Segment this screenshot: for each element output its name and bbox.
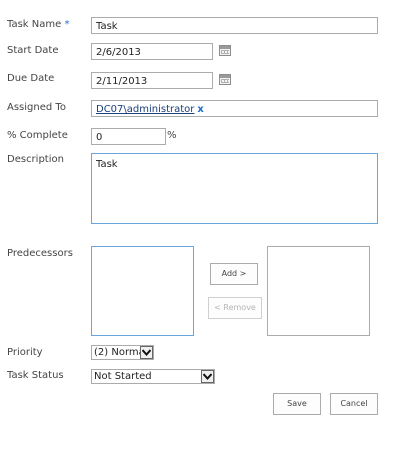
remove-predecessor-button[interactable]: < Remove [208,297,262,319]
due-date-label: Due Date [7,73,55,84]
required-marker: * [64,19,70,30]
priority-label: Priority [7,347,43,358]
task-status-label: Task Status [7,370,64,381]
priority-chevron-down-icon [140,346,153,359]
task-status-select[interactable]: Not Started [91,369,215,384]
percent-unit: % [167,130,177,141]
task-status-selected-value: Not Started [94,371,152,382]
task-name-label: Task Name * [7,19,70,30]
add-predecessor-button[interactable]: Add > [210,263,258,285]
task-status-chevron-down-icon [201,370,214,383]
due-date-input[interactable]: 2/11/2013 [91,72,213,89]
start-date-calendar-icon[interactable] [219,45,231,56]
start-date-label: Start Date [7,45,59,56]
cancel-button[interactable]: Cancel [330,393,378,415]
task-name-input[interactable]: Task [91,17,378,34]
priority-select[interactable]: (2) Normal [91,345,154,360]
percent-complete-input[interactable]: 0 [91,128,166,145]
assigned-to-picker[interactable]: DC07\administrator x [91,100,378,117]
predecessors-selected-list[interactable] [267,246,370,336]
due-date-calendar-icon[interactable] [219,74,231,85]
remove-user-icon[interactable]: x [197,104,203,115]
predecessors-available-list[interactable] [91,246,194,336]
description-label: Description [7,154,64,165]
assigned-user-link[interactable]: DC07\administrator [96,104,194,115]
assigned-to-label: Assigned To [7,102,66,113]
percent-complete-label: % Complete [7,130,68,141]
predecessors-label: Predecessors [7,248,73,259]
description-textarea[interactable]: Task [91,153,378,224]
save-button[interactable]: Save [273,393,321,415]
start-date-input[interactable]: 2/6/2013 [91,43,213,60]
